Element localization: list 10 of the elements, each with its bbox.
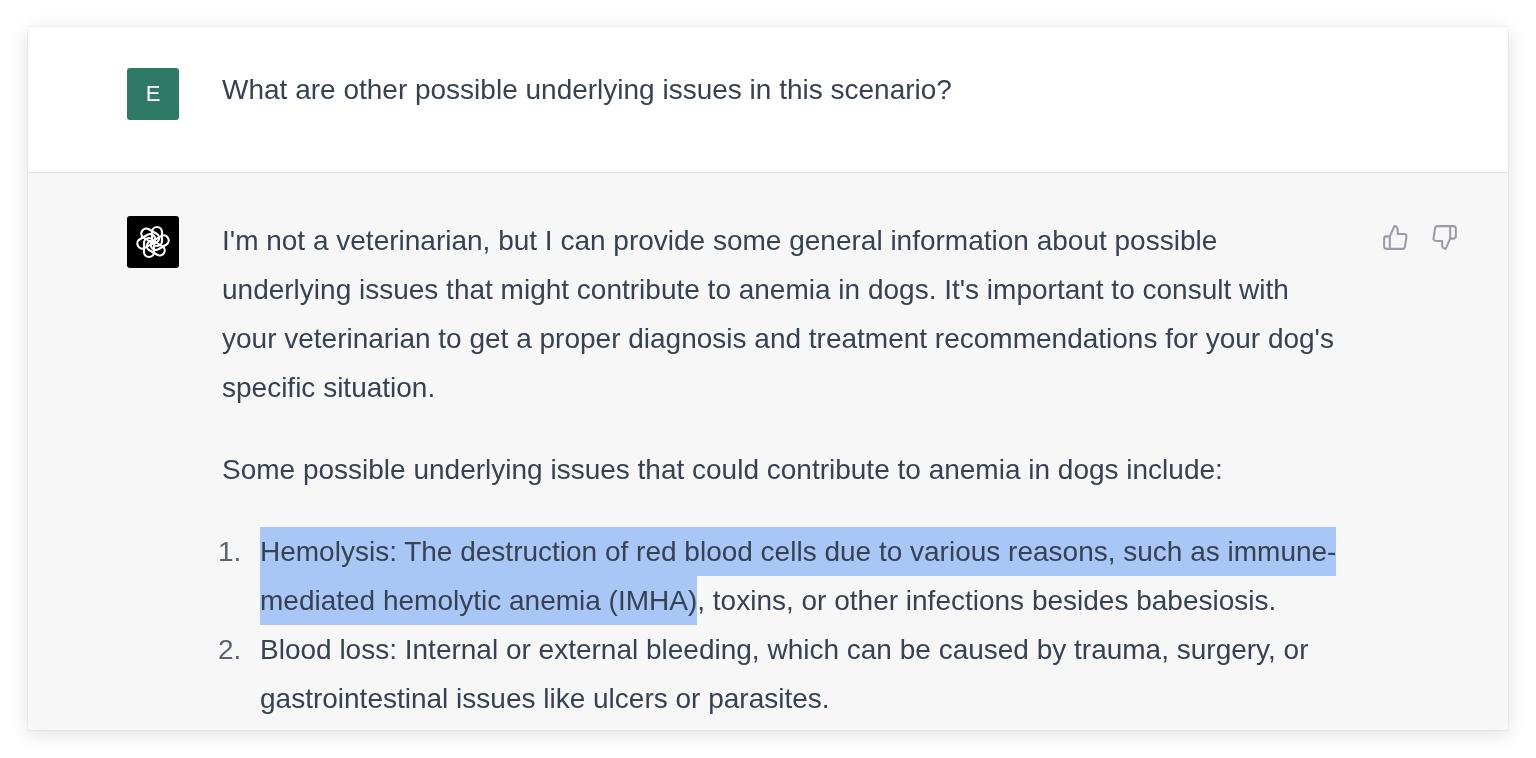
list-number: 1. <box>218 535 243 569</box>
user-message: What are other possible underlying issues in this scenario? <box>222 73 952 107</box>
user-avatar: E <box>127 68 179 120</box>
knot-logo-icon <box>127 216 179 268</box>
thumbs-up-icon <box>1383 225 1408 250</box>
response-paragraph: Some possible underlying issues that could contribute to anemia in dogs include: <box>222 453 1224 487</box>
list-number: 2. <box>218 633 243 667</box>
list-item-text: Blood loss: Internal or external bleeding, which can be caused by trauma, surgery, or gastrointestinal issues like ulcers or parasites. <box>260 633 1310 716</box>
thumbs-down-icon <box>1432 225 1457 250</box>
response-paragraph: I'm not a veterinarian, but I can provide some general information about possible underlying issues that might contribute to anemia in dogs. It's important to consult with your veterinarian to get a proper diagnosis and treatment recommendations for your dog's specific situation. <box>222 224 1335 405</box>
